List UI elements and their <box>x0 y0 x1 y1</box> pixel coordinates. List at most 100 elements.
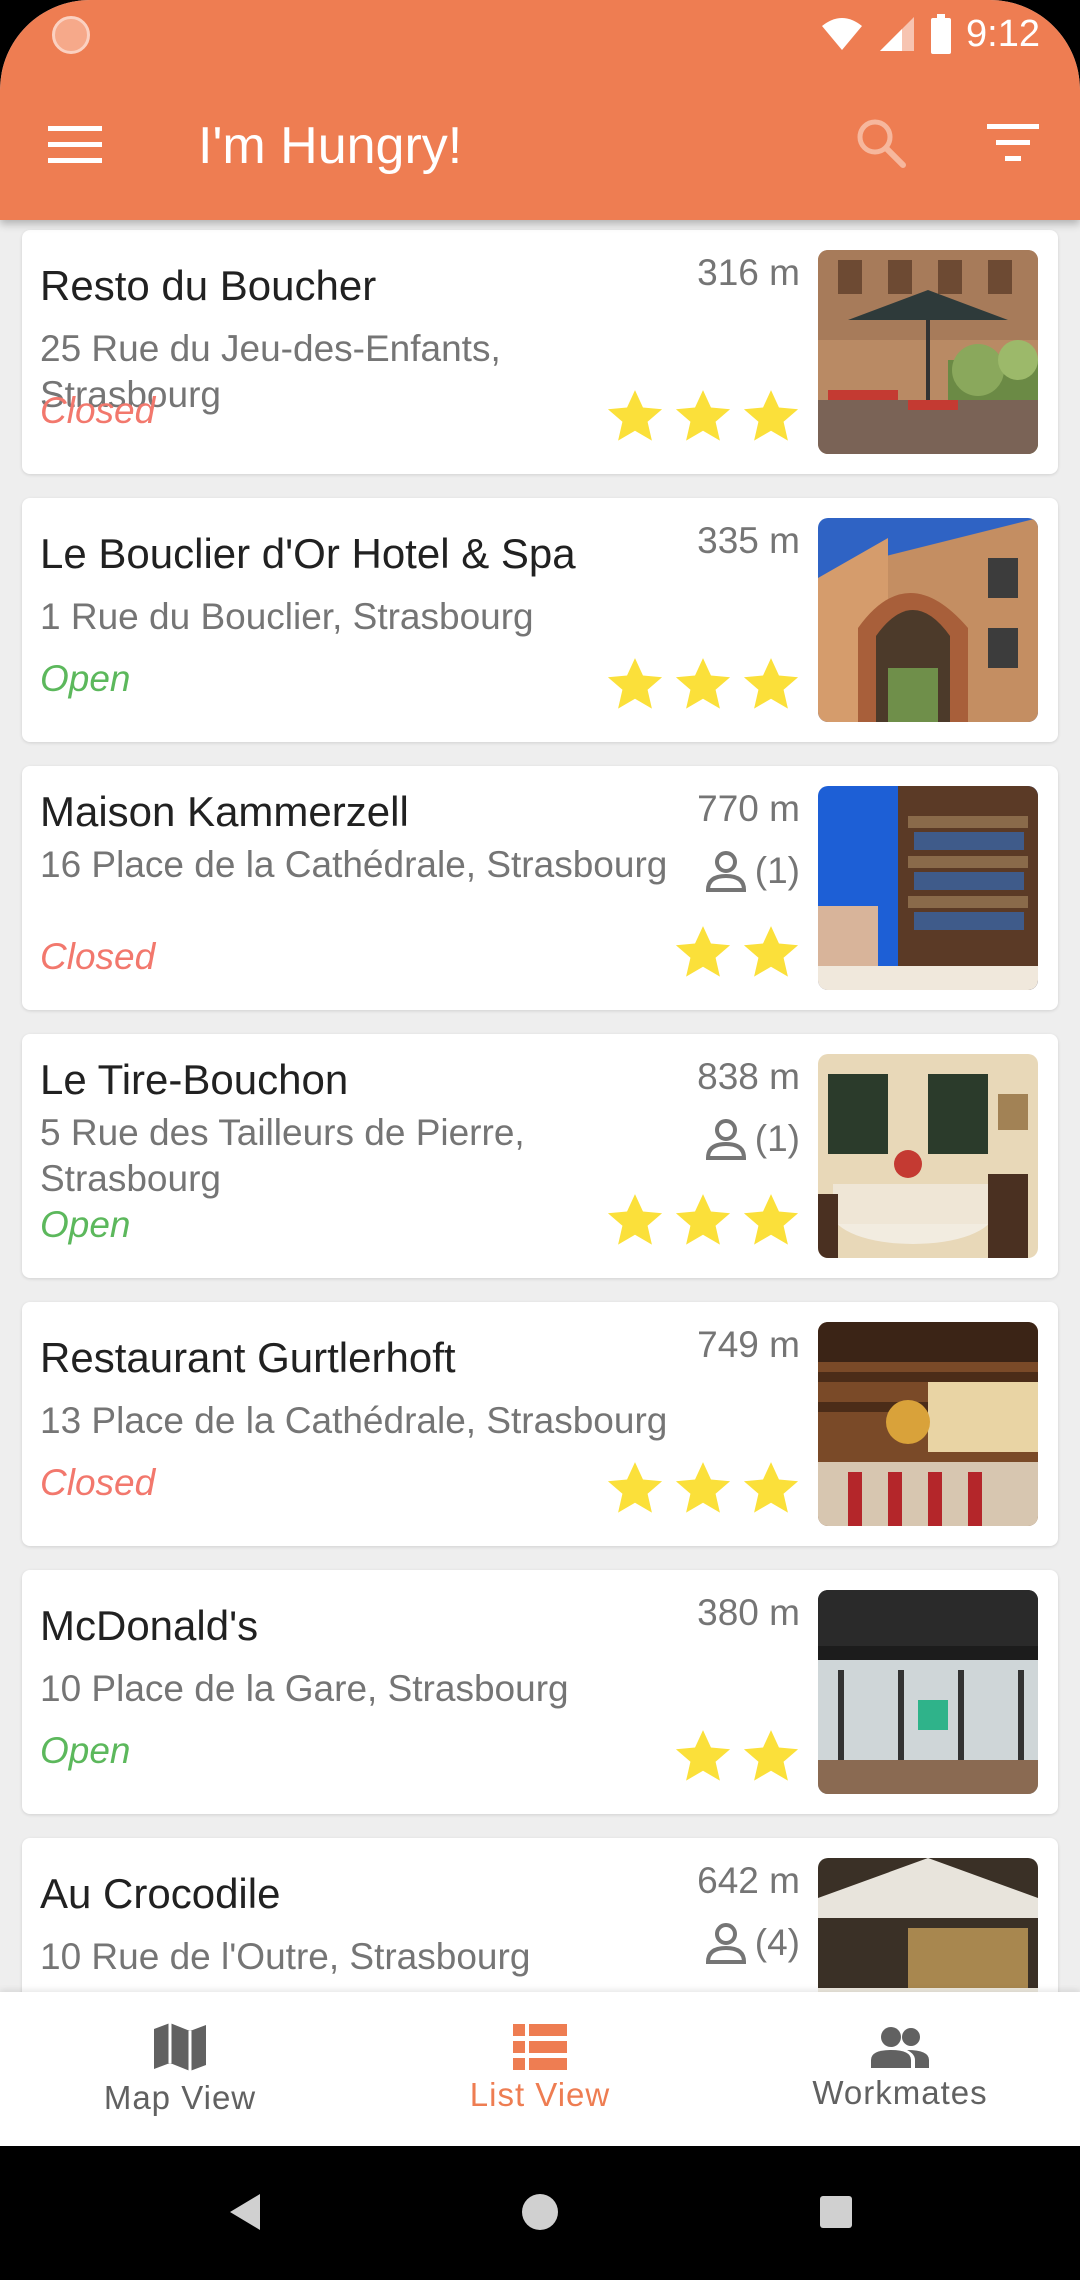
recents-square-icon <box>820 2196 852 2228</box>
restaurant-name: Le Bouclier d'Or Hotel & Spa <box>40 530 576 577</box>
nav-label: Map View <box>103 2079 257 2116</box>
restaurant-distance: 749 m <box>697 1324 800 1365</box>
star-icon <box>675 658 731 709</box>
restaurant-address: 5 Rue des Tailleurs de Pierre, Strasbour… <box>40 1112 525 1199</box>
workmates-count-label: (1) <box>754 1118 800 1159</box>
restaurant-address: 13 Place de la Cathédrale, Strasbourg <box>40 1400 668 1441</box>
person-outline-icon <box>705 1119 746 1160</box>
app-title: I'm Hungry! <box>198 117 463 175</box>
opening-status: Open <box>40 1730 131 1771</box>
star-icon <box>743 1462 799 1513</box>
star-icon <box>607 658 663 709</box>
restaurant-address: 10 Rue de l'Outre, Strasbourg <box>40 1936 531 1977</box>
restaurant-photo <box>818 250 1038 454</box>
back-triangle-icon <box>230 2194 260 2230</box>
rating-stars <box>674 1728 800 1784</box>
star-icon <box>675 390 731 441</box>
star-icon <box>675 926 731 977</box>
status-time: 9:12 <box>966 12 1040 55</box>
restaurant-name: Maison Kammerzell <box>40 788 409 835</box>
restaurant-photo <box>818 786 1038 990</box>
home-circle-icon <box>522 2194 558 2230</box>
restaurant-card[interactable]: Au Crocodile 10 Rue de l'Outre, Strasbou… <box>22 1838 1058 1992</box>
restaurant-card[interactable]: McDonald's 10 Place de la Gare, Strasbou… <box>22 1570 1058 1814</box>
list-icon <box>513 2024 567 2070</box>
notification-icon <box>52 16 90 54</box>
rating-stars <box>606 1460 800 1516</box>
workmates-count: (4) <box>703 1920 800 1966</box>
phone-screen: 9:12 I'm Hungry! Resto du Boucher 25 Rue… <box>0 0 1080 2280</box>
search-button[interactable] <box>846 108 916 178</box>
workmates-count-label: (1) <box>754 850 800 891</box>
restaurant-distance: 316 m <box>697 252 800 293</box>
restaurant-name: Au Crocodile <box>40 1870 281 1917</box>
star-icon <box>607 390 663 441</box>
home-button[interactable] <box>510 2182 570 2242</box>
battery-icon <box>931 14 952 54</box>
restaurant-distance: 838 m <box>697 1056 800 1097</box>
restaurant-photo <box>818 1590 1038 1794</box>
status-icons: 9:12 <box>820 8 1040 60</box>
top-bar: 9:12 I'm Hungry! <box>0 0 1080 220</box>
restaurant-photo <box>818 1322 1038 1526</box>
menu-button[interactable] <box>40 110 110 180</box>
opening-status: Open <box>40 1204 131 1245</box>
restaurant-distance: 380 m <box>697 1592 800 1633</box>
star-icon <box>675 1194 731 1245</box>
rating-stars <box>606 656 800 712</box>
nav-label: List View <box>469 2076 611 2113</box>
opening-status: Closed <box>40 936 156 977</box>
restaurant-card[interactable]: Le Bouclier d'Or Hotel & Spa 1 Rue du Bo… <box>22 498 1058 742</box>
person-outline-icon <box>705 1923 746 1964</box>
map-icon <box>154 2023 206 2071</box>
star-icon <box>743 390 799 441</box>
person-outline-icon <box>705 851 746 892</box>
rating-stars <box>606 1192 800 1248</box>
restaurant-name: McDonald's <box>40 1602 259 1649</box>
restaurant-distance: 335 m <box>697 520 800 561</box>
filter-icon <box>987 124 1039 161</box>
workmates-count: (1) <box>703 1116 800 1162</box>
search-icon <box>857 119 906 168</box>
opening-status: Closed <box>40 1462 156 1503</box>
restaurant-card[interactable]: Resto du Boucher 25 Rue du Jeu-des-Enfan… <box>22 230 1058 474</box>
star-icon <box>743 1730 799 1781</box>
restaurant-name: Le Tire-Bouchon <box>40 1056 349 1103</box>
opening-status: Open <box>40 658 131 699</box>
hamburger-menu-icon <box>48 126 102 163</box>
restaurant-list[interactable]: Resto du Boucher 25 Rue du Jeu-des-Enfan… <box>0 220 1080 1992</box>
restaurant-address: 16 Place de la Cathédrale, Strasbourg <box>40 844 668 885</box>
app-bar: I'm Hungry! <box>0 80 1080 210</box>
nav-map-view[interactable]: Map View <box>0 1992 360 2146</box>
workmates-count: (1) <box>703 848 800 894</box>
restaurant-distance: 770 m <box>697 788 800 829</box>
star-icon <box>743 926 799 977</box>
filter-button[interactable] <box>978 108 1048 178</box>
star-icon <box>675 1462 731 1513</box>
star-icon <box>743 658 799 709</box>
nav-label: Workmates <box>812 2074 988 2111</box>
restaurant-address: 1 Rue du Bouclier, Strasbourg <box>40 596 534 637</box>
system-navigation-bar <box>0 2146 1080 2280</box>
restaurant-card[interactable]: Maison Kammerzell 16 Place de la Cathédr… <box>22 766 1058 1010</box>
star-icon <box>743 1194 799 1245</box>
back-button[interactable] <box>214 2182 274 2242</box>
bottom-navigation: Map View List View Workmates <box>0 1992 1080 2146</box>
star-icon <box>675 1730 731 1781</box>
opening-status: Closed <box>40 390 156 431</box>
restaurant-photo <box>818 1858 1038 1992</box>
restaurant-card[interactable]: Restaurant Gurtlerhoft 13 Place de la Ca… <box>22 1302 1058 1546</box>
nav-list-view[interactable]: List View <box>360 1992 720 2146</box>
restaurant-photo <box>818 518 1038 722</box>
restaurant-address: 10 Place de la Gare, Strasbourg <box>40 1668 569 1709</box>
rating-stars <box>606 388 800 444</box>
restaurant-card[interactable]: Le Tire-Bouchon 5 Rue des Tailleurs de P… <box>22 1034 1058 1278</box>
star-icon <box>607 1194 663 1245</box>
rating-stars <box>674 924 800 980</box>
recents-button[interactable] <box>806 2182 866 2242</box>
status-bar: 9:12 <box>0 0 1080 68</box>
nav-workmates[interactable]: Workmates <box>720 1992 1080 2146</box>
people-icon <box>871 2027 929 2068</box>
restaurant-photo <box>818 1054 1038 1258</box>
star-icon <box>607 1462 663 1513</box>
